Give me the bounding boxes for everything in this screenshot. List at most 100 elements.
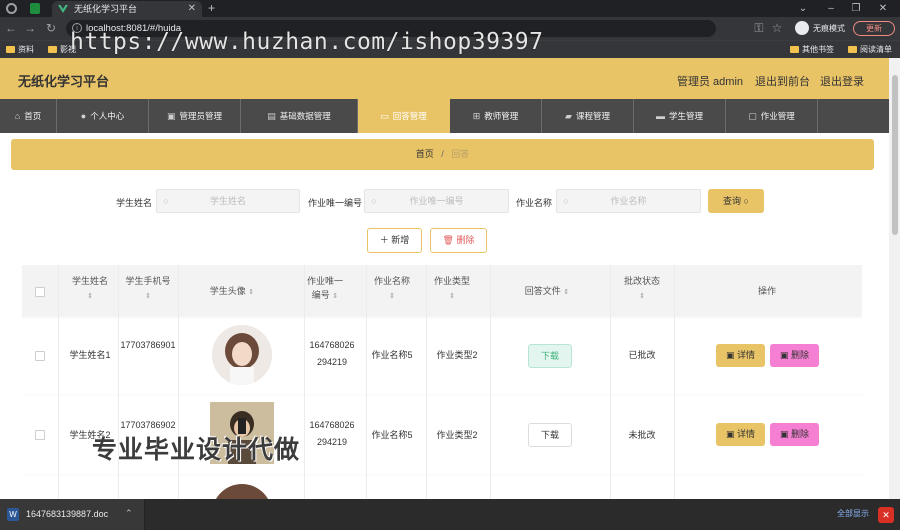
student-name-input[interactable]: ○ 学生姓名 bbox=[156, 189, 300, 213]
batch-delete-button[interactable]: 🗑 删除 bbox=[430, 228, 487, 253]
download-button[interactable]: 下载 bbox=[528, 344, 572, 368]
detail-button[interactable]: ▣ 详情 bbox=[716, 344, 765, 367]
row-checkbox[interactable] bbox=[35, 430, 45, 440]
nav-personal[interactable]: ● 个人中心 bbox=[57, 99, 149, 133]
password-key-icon[interactable]: ⚿ bbox=[752, 21, 766, 35]
search-label-hwname: 作业名称 bbox=[516, 198, 553, 208]
delete-button[interactable]: ▣ 删除 bbox=[770, 344, 819, 367]
pinned-tab-icon[interactable] bbox=[30, 3, 40, 14]
text-watermark: 专业毕业设计代做 bbox=[92, 436, 301, 464]
reload-icon[interactable]: ↻ bbox=[44, 21, 58, 35]
card-icon: ▭ bbox=[380, 111, 389, 121]
homework-code-input[interactable]: ○ 作业唯一编号 bbox=[364, 189, 509, 213]
back-icon[interactable]: ← bbox=[4, 21, 18, 35]
scrollbar-thumb[interactable] bbox=[892, 75, 898, 235]
nav-label: 课程管理 bbox=[575, 111, 610, 121]
search-icon: ○ bbox=[563, 196, 569, 206]
chevron-up-icon[interactable]: ⌃ bbox=[125, 508, 133, 519]
sort-icon[interactable]: ⇕ bbox=[145, 293, 151, 300]
table-header: 学生姓名 ⇕ 学生手机号 ⇕ 学生头像 ⇕ 作业唯一编号 ⇕ 作业名称 ⇕ 作业类型 ⇕… bbox=[22, 265, 862, 317]
col-label: 操作 bbox=[757, 286, 776, 296]
vue-logo-icon bbox=[58, 5, 68, 13]
browser-menu-icon[interactable] bbox=[6, 3, 17, 14]
app-header: 无纸化学习平台 管理员 admin 退出到前台 退出登录 bbox=[0, 58, 889, 99]
admin-label: 管理员 admin bbox=[677, 76, 744, 88]
query-button[interactable]: 查询 ○ bbox=[708, 189, 764, 213]
user-icon: ● bbox=[80, 111, 87, 121]
nav-courses[interactable]: ▰ 课程管理 bbox=[542, 99, 634, 133]
col-homework-type[interactable]: 作业类型 ⇕ bbox=[427, 274, 477, 304]
column-divider bbox=[366, 265, 367, 499]
homework-name-input[interactable]: ○ 作业名称 bbox=[556, 189, 701, 213]
nav-label: 管理员管理 bbox=[179, 111, 223, 121]
select-all-checkbox[interactable] bbox=[35, 287, 45, 297]
download-button[interactable]: 下载 bbox=[528, 423, 572, 447]
close-download-bar-icon[interactable]: ✕ bbox=[878, 507, 894, 523]
grid-icon: ⊞ bbox=[472, 111, 481, 121]
show-all-button[interactable]: 全部显示 bbox=[832, 508, 874, 522]
col-label: 作业名称 bbox=[373, 276, 410, 286]
col-label: 学生头像 bbox=[209, 286, 246, 296]
incognito-avatar-icon[interactable] bbox=[795, 21, 809, 35]
sort-icon[interactable]: ⇕ bbox=[389, 293, 395, 300]
nav-home[interactable]: ⌂ 首页 bbox=[0, 99, 57, 133]
detail-icon: ▣ bbox=[725, 350, 735, 360]
bookmark-star-icon[interactable]: ☆ bbox=[770, 21, 784, 35]
nav-homework[interactable]: ▢ 作业管理 bbox=[726, 99, 818, 133]
col-label: 学生姓名 bbox=[71, 276, 108, 286]
tab-close-icon[interactable]: ✕ bbox=[188, 1, 196, 17]
delete-button[interactable]: ▣ 删除 bbox=[770, 423, 819, 446]
column-divider bbox=[304, 265, 305, 499]
col-label: 批改状态 bbox=[623, 276, 660, 286]
column-divider bbox=[610, 265, 611, 499]
col-answer-file[interactable]: 回答文件 ⇕ bbox=[512, 284, 582, 300]
bookmark-other[interactable]: 其他书签 bbox=[790, 44, 834, 56]
sort-icon[interactable]: ⇕ bbox=[248, 289, 254, 296]
sort-icon[interactable]: ⇕ bbox=[639, 293, 645, 300]
col-homework-code[interactable]: 作业唯一编号 ⇕ bbox=[304, 274, 346, 304]
restore-icon[interactable]: ❐ bbox=[845, 0, 867, 17]
nav-admin[interactable]: ▣ 管理员管理 bbox=[149, 99, 241, 133]
folder-icon: ▣ bbox=[166, 111, 176, 121]
sort-icon[interactable]: ⇕ bbox=[87, 293, 93, 300]
close-window-icon[interactable]: ✕ bbox=[872, 0, 894, 17]
cell-homework-type: 作业类型2 bbox=[436, 430, 478, 440]
input-placeholder: 作业名称 bbox=[610, 196, 647, 206]
col-student-avatar[interactable]: 学生头像 ⇕ bbox=[182, 284, 282, 300]
back-to-front-link[interactable]: 退出到前台 bbox=[755, 73, 810, 89]
download-bar: W 1647683139887.doc ⌃ 全部显示 ✕ bbox=[0, 499, 900, 530]
tab-search-icon[interactable]: ⌄ bbox=[792, 0, 814, 17]
nav-students[interactable]: ▬ 学生管理 bbox=[634, 99, 726, 133]
column-divider bbox=[426, 265, 427, 499]
nav-answers[interactable]: ▭ 回答管理 bbox=[358, 99, 450, 133]
col-review-status[interactable]: 批改状态 ⇕ bbox=[617, 274, 667, 304]
reading-list[interactable]: 阅读清单 bbox=[848, 44, 892, 56]
sort-icon[interactable]: ⇕ bbox=[332, 293, 338, 300]
cell-review-status: 已批改 bbox=[628, 350, 656, 360]
browser-tab[interactable]: 无纸化学习平台 ✕ bbox=[52, 1, 202, 17]
update-button[interactable]: 更新 bbox=[853, 21, 895, 36]
nav-label: 首页 bbox=[24, 111, 42, 121]
sort-icon[interactable]: ⇕ bbox=[563, 289, 569, 296]
col-student-phone[interactable]: 学生手机号 ⇕ bbox=[118, 274, 178, 304]
col-label: 学生手机号 bbox=[125, 276, 171, 286]
minimize-icon[interactable]: – bbox=[820, 0, 842, 17]
nav-teachers[interactable]: ⊞ 教师管理 bbox=[450, 99, 542, 133]
download-item[interactable]: W 1647683139887.doc ⌃ bbox=[0, 499, 145, 530]
table-row bbox=[22, 476, 862, 514]
col-homework-name[interactable]: 作业名称 ⇕ bbox=[367, 274, 417, 304]
column-divider bbox=[674, 265, 675, 499]
nav-basic-data[interactable]: ▤ 基础数据管理 bbox=[241, 99, 358, 133]
breadcrumb-home[interactable]: 首页 bbox=[416, 149, 434, 159]
add-button[interactable]: ＋ 新增 bbox=[367, 228, 422, 253]
bookmark-folder-1[interactable]: 资料 bbox=[6, 44, 34, 56]
forward-icon[interactable]: → bbox=[23, 21, 37, 35]
delete-label: 删除 bbox=[456, 235, 475, 245]
logout-link[interactable]: 退出登录 bbox=[820, 73, 864, 89]
detail-button[interactable]: ▣ 详情 bbox=[716, 423, 765, 446]
cell-homework-type: 作业类型2 bbox=[436, 350, 478, 360]
sort-icon[interactable]: ⇕ bbox=[449, 293, 455, 300]
col-student-name[interactable]: 学生姓名 ⇕ bbox=[60, 274, 120, 304]
new-tab-icon[interactable]: + bbox=[208, 0, 215, 16]
row-checkbox[interactable] bbox=[35, 351, 45, 361]
